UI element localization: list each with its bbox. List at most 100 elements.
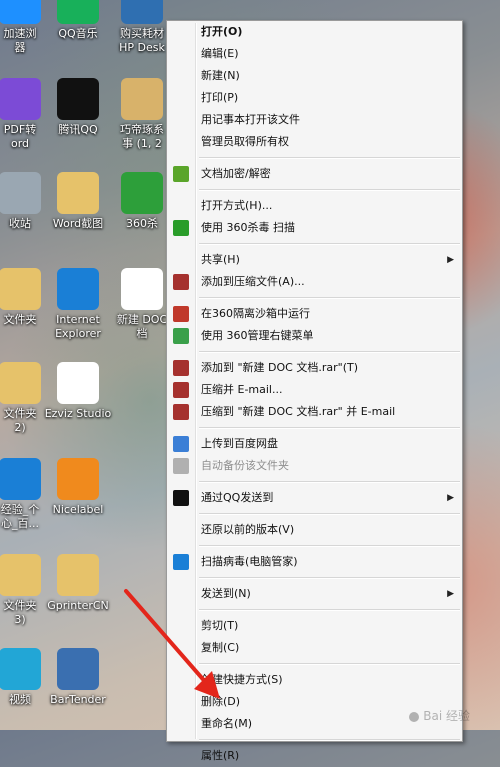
menu-separator: [199, 427, 460, 429]
menu-item-label: 压缩到 "新建 DOC 文档.rar" 并 E-mail: [201, 405, 396, 418]
menu-item[interactable]: 编辑(E): [167, 43, 462, 65]
menu-separator: [199, 243, 460, 245]
menu-separator: [199, 351, 460, 353]
desktop-icon-image: [57, 362, 99, 404]
menu-item[interactable]: 打开(O): [167, 21, 462, 43]
menu-item[interactable]: 压缩并 E-mail...: [167, 379, 462, 401]
menu-item[interactable]: 打印(P): [167, 87, 462, 109]
menu-separator: [199, 739, 460, 741]
menu-separator: [199, 545, 460, 547]
menu-item[interactable]: 自动备份该文件夹: [167, 455, 462, 477]
desktop-icon-image: [0, 268, 41, 310]
desktop-icon-label: Internet Explorer: [55, 313, 101, 340]
shield-lock-icon: [173, 166, 189, 182]
red-arrow-annotation: [124, 589, 220, 699]
sandbox-icon: [173, 306, 189, 322]
menu-item[interactable]: 添加到压缩文件(A)...: [167, 271, 462, 293]
desktop-icon-image: [57, 554, 99, 596]
menu-item[interactable]: 使用 360管理右键菜单: [167, 325, 462, 347]
menu-item[interactable]: 通过QQ发送到 ▶: [167, 487, 462, 509]
desktop-icon-image: [0, 458, 41, 500]
menu-item[interactable]: 使用 360杀毒 扫描: [167, 217, 462, 239]
desktop-icon-image: [57, 172, 99, 214]
desktop-icon-label: 文件夹 3): [3, 599, 37, 626]
menu-item-label: 共享(H): [201, 253, 240, 266]
desktop-icon-image: [57, 78, 99, 120]
menu-item-label: 属性(R): [201, 749, 240, 762]
desktop-icon-image: [121, 78, 163, 120]
menu-item-label: 添加到压缩文件(A)...: [201, 275, 305, 288]
menu-item[interactable]: 打开方式(H)...: [167, 195, 462, 217]
menu-separator: [199, 189, 460, 191]
menu-item-label: 重命名(M): [201, 717, 253, 730]
menu-item[interactable]: 属性(R): [167, 745, 462, 767]
desktop-icon-label: Ezviz Studio: [44, 407, 112, 420]
menu-item-label: 扫描病毒(电脑管家): [201, 555, 298, 568]
desktop-icon-label: GprinterCN: [47, 599, 109, 612]
menu-item-label: 管理员取得所有权: [201, 135, 289, 148]
menu-item-label: 打开(O): [201, 25, 243, 38]
desktop-icon[interactable]: BarTender: [38, 648, 118, 707]
desktop-icon-image: [0, 648, 41, 690]
menu-item[interactable]: 添加到 "新建 DOC 文档.rar"(T): [167, 357, 462, 379]
menu-item-label: 使用 360管理右键菜单: [201, 329, 314, 342]
menu-item[interactable]: 用记事本打开该文件: [167, 109, 462, 131]
menu-separator: [199, 609, 460, 611]
desktop-icon-image: [0, 0, 41, 24]
menu-item[interactable]: 管理员取得所有权: [167, 131, 462, 153]
tencent-guard-icon: [173, 554, 189, 570]
desktop-icon-image: [121, 172, 163, 214]
winrar-icon: [173, 274, 189, 290]
menu-item-label: 编辑(E): [201, 47, 239, 60]
desktop-icon-label: Nicelabel: [52, 503, 104, 516]
menu-item-label: 添加到 "新建 DOC 文档.rar"(T): [201, 361, 359, 374]
menu-item-label: 新建(N): [201, 69, 240, 82]
desktop-icon-label: 腾讯QQ: [58, 123, 98, 136]
menu-item[interactable]: 还原以前的版本(V): [167, 519, 462, 541]
desktop-icon[interactable]: GprinterCN: [38, 554, 118, 613]
submenu-arrow-icon: ▶: [447, 255, 454, 265]
menu-item-label: 用记事本打开该文件: [201, 113, 300, 126]
desktop-icon-image: [57, 0, 99, 24]
menu-item-label: 上传到百度网盘: [201, 437, 278, 450]
menu-item[interactable]: 在360隔离沙箱中运行: [167, 303, 462, 325]
desktop-icon-image: [0, 362, 41, 404]
desktop-icon-image: [121, 0, 163, 24]
menu-item-label: 自动备份该文件夹: [201, 459, 289, 472]
desktop-icon-label: 文件夹 2): [3, 407, 37, 434]
desktop-icon[interactable]: Nicelabel: [38, 458, 118, 517]
desktop-icon-label: 视频: [9, 693, 31, 706]
menu-item-label: 打印(P): [201, 91, 239, 104]
desktop-icon-label: BarTender: [50, 693, 106, 706]
desktop-icon-label: 360杀: [126, 217, 158, 230]
desktop-icon-label: QQ音乐: [58, 27, 98, 40]
desktop-icon-image: [0, 172, 41, 214]
menu-separator: [199, 297, 460, 299]
desktop-icon-label: 巧帝琢系 事 (1, 2: [120, 123, 164, 150]
menu-item-label: 打开方式(H)...: [201, 199, 273, 212]
desktop-icon-image: [0, 78, 41, 120]
menu-item-label: 使用 360杀毒 扫描: [201, 221, 295, 234]
desktop-icon-label: Word截图: [52, 217, 104, 230]
winrar-icon: [173, 404, 189, 420]
desktop-icon-label: 加速浏 器: [3, 27, 37, 54]
menu-item-label: 在360隔离沙箱中运行: [201, 307, 310, 320]
360-manage-icon: [173, 328, 189, 344]
desktop-icon-label: 购买耗材 HP Desk: [119, 27, 165, 54]
menu-item[interactable]: 新建(N): [167, 65, 462, 87]
menu-item[interactable]: 压缩到 "新建 DOC 文档.rar" 并 E-mail: [167, 401, 462, 423]
baidu-backup-icon: [173, 458, 189, 474]
menu-separator: [199, 663, 460, 665]
desktop-icon-label: 经验_个 心_百...: [0, 503, 40, 530]
desktop-icon-image: [57, 648, 99, 690]
winrar-icon: [173, 360, 189, 376]
desktop-icon[interactable]: Ezviz Studio: [38, 362, 118, 421]
menu-item-label: 文档加密/解密: [201, 167, 271, 180]
submenu-arrow-icon: ▶: [447, 493, 454, 503]
menu-separator: [199, 513, 460, 515]
desktop-icon-image: [0, 554, 41, 596]
menu-item[interactable]: 扫描病毒(电脑管家): [167, 551, 462, 573]
menu-item[interactable]: 文档加密/解密: [167, 163, 462, 185]
menu-item[interactable]: 共享(H) ▶: [167, 249, 462, 271]
menu-item[interactable]: 上传到百度网盘: [167, 433, 462, 455]
